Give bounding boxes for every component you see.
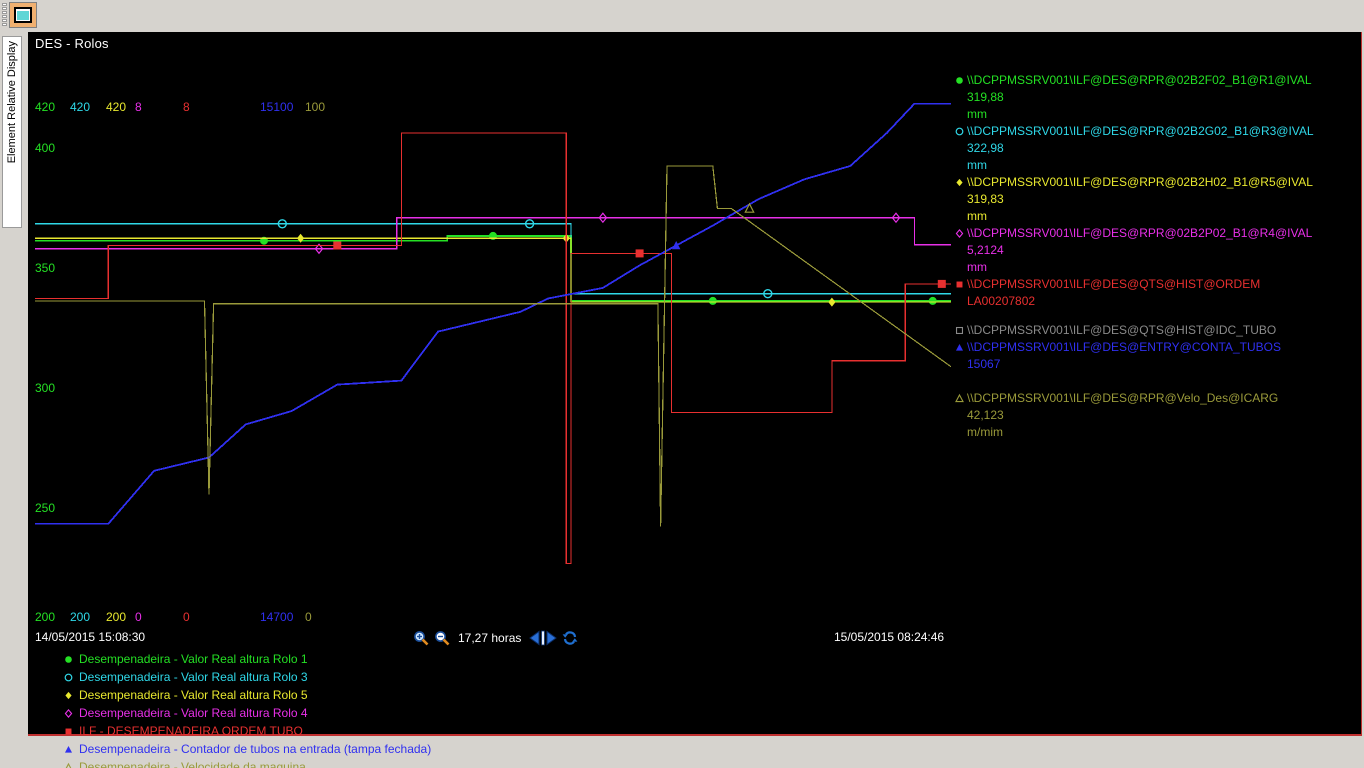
data-marker-square-filled — [635, 249, 644, 258]
tag-legend-item[interactable]: \\DCPPMSSRV001\ILF@DES@ENTRY@CONTA_TUBOS… — [953, 339, 1353, 373]
scale-bottom-value-2: 200 — [106, 610, 127, 624]
circle-open-icon — [61, 670, 75, 684]
series-legend-item[interactable]: Desempenadeira - Valor Real altura Rolo … — [61, 704, 861, 722]
series-legend-item[interactable]: Desempenadeira - Velocidade da maquina — [61, 758, 861, 768]
tag-legend-path: \\DCPPMSSRV001\ILF@DES@RPR@02B2P02_B1@R4… — [967, 226, 1313, 240]
app-root: Element Relative Display DES - Rolos 420… — [0, 0, 1364, 768]
diamond-filled-icon — [61, 688, 75, 702]
data-marker-square-filled — [937, 279, 946, 288]
scale-bottom-value-3: 0 — [135, 610, 142, 624]
series-legend-label: ILF - DESEMPENADEIRA ORDEM TUBO — [79, 724, 303, 738]
tag-legend-item[interactable]: \\DCPPMSSRV001\ILF@DES@RPR@02B2H02_B1@R5… — [953, 174, 1353, 225]
element-relative-display-label: Element Relative Display — [6, 41, 18, 164]
data-marker-dot-filled — [708, 296, 717, 305]
element-relative-display-tab[interactable]: Element Relative Display — [2, 36, 22, 228]
series-legend-label: Desempenadeira - Contador de tubos na en… — [79, 742, 432, 756]
scale-bottom-value-6: 0 — [305, 610, 312, 624]
tag-legend-value: 319,88 — [967, 90, 1004, 104]
tag-legend-unit: mm — [967, 209, 987, 223]
circle-open-icon — [953, 123, 965, 139]
time-span-label: 17,27 horas — [458, 631, 522, 645]
data-marker-square-filled — [333, 241, 342, 250]
triangle-filled-icon — [953, 339, 965, 355]
refresh-icon[interactable] — [562, 630, 578, 646]
tag-legend-path: \\DCPPMSSRV001\ILF@DES@ENTRY@CONTA_TUBOS — [967, 340, 1281, 354]
tag-legend-path: \\DCPPMSSRV001\ILF@DES@RPR@02B2F02_B1@R1… — [967, 73, 1312, 87]
pan-left-right-icon[interactable] — [529, 630, 558, 646]
tag-legend-item[interactable]: \\DCPPMSSRV001\ILF@DES@RPR@02B2F02_B1@R1… — [953, 72, 1353, 123]
tag-legend-value: 15067 — [967, 357, 1001, 371]
series-legend-item[interactable]: Desempenadeira - Contador de tubos na en… — [61, 740, 861, 758]
zoom-in-icon[interactable] — [413, 630, 429, 646]
diamond-open-icon — [61, 706, 75, 720]
series-legend-label: Desempenadeira - Valor Real altura Rolo … — [79, 706, 308, 720]
series-legend-item[interactable]: Desempenadeira - Valor Real altura Rolo … — [61, 650, 861, 668]
square-filled-icon — [953, 276, 965, 292]
trend-window: DES - Rolos 420 420 420 8 8 15100 100 400 350 … — [28, 32, 1362, 768]
scale-values-bottom: 200 200 200 0 0 14700 0 — [35, 610, 951, 626]
scale-bottom-value-1: 200 — [70, 610, 91, 624]
series-legend-label: Desempenadeira - Valor Real altura Rolo … — [79, 652, 308, 666]
trend-display-button[interactable] — [9, 2, 37, 28]
tag-legend-path: \\DCPPMSSRV001\ILF@DES@RPR@Velo_Des@ICAR… — [967, 391, 1279, 405]
tag-legend-path: \\DCPPMSSRV001\ILF@DES@RPR@02B2G02_B1@R3… — [967, 124, 1314, 138]
toolbar — [0, 0, 40, 30]
tag-legend-path: \\DCPPMSSRV001\ILF@DES@QTS@HIST@IDC_TUBO — [967, 323, 1277, 337]
triangle-open-icon — [61, 760, 75, 768]
page-title: DES - Rolos — [35, 36, 109, 51]
tag-legend-path: \\DCPPMSSRV001\ILF@DES@QTS@HIST@ORDEM — [967, 277, 1261, 291]
series-legend-label: Desempenadeira - Valor Real altura Rolo … — [79, 670, 308, 684]
tag-legend-unit: mm — [967, 158, 987, 172]
data-marker-triangle-filled — [672, 241, 681, 250]
tag-legend-value: LA00207802 — [967, 294, 1036, 308]
triangle-filled-icon — [61, 742, 75, 756]
dot-filled-icon — [953, 72, 965, 88]
trace-square-filled — [35, 132, 951, 565]
tag-legend-value: 5,2124 — [967, 243, 1004, 257]
tag-legend-unit: m/mim — [967, 425, 1003, 439]
tag-legend-value: 322,98 — [967, 141, 1004, 155]
time-start-label: 14/05/2015 15:08:30 — [35, 630, 146, 644]
zoom-out-icon[interactable] — [434, 630, 450, 646]
tag-legend-panel: \\DCPPMSSRV001\ILF@DES@RPR@02B2F02_B1@R1… — [953, 72, 1353, 441]
tag-legend-item[interactable]: \\DCPPMSSRV001\ILF@DES@QTS@HIST@ORDEM LA0… — [953, 276, 1353, 310]
trend-plot[interactable] — [35, 60, 951, 590]
tag-legend-unit: mm — [967, 107, 987, 121]
time-end-label: 15/05/2015 08:24:46 — [834, 630, 945, 644]
series-legend-item[interactable]: Desempenadeira - Valor Real altura Rolo … — [61, 686, 861, 704]
scale-bottom-value-0: 200 — [35, 610, 56, 624]
tag-legend-item[interactable]: \\DCPPMSSRV001\ILF@DES@RPR@Velo_Des@ICAR… — [953, 390, 1353, 441]
series-legend-label: Desempenadeira - Valor Real altura Rolo … — [79, 688, 308, 702]
tag-legend-item[interactable]: \\DCPPMSSRV001\ILF@DES@RPR@02B2P02_B1@R4… — [953, 225, 1353, 276]
square-open-icon — [953, 322, 965, 338]
series-legend-item[interactable]: ILF - DESEMPENADEIRA ORDEM TUBO — [61, 722, 861, 740]
time-navigation-toolbar: 17,27 horas — [413, 627, 578, 649]
trend-plot-svg[interactable] — [35, 60, 951, 590]
series-legend-item[interactable]: Desempenadeira - Valor Real altura Rolo … — [61, 668, 861, 686]
trace-triangle-open — [35, 165, 951, 527]
tag-legend-item[interactable]: \\DCPPMSSRV001\ILF@DES@QTS@HIST@IDC_TUBO — [953, 322, 1353, 339]
tag-legend-unit: mm — [967, 260, 987, 274]
scale-bottom-value-5: 14700 — [260, 610, 294, 624]
scale-bottom-value-4: 0 — [183, 610, 190, 624]
trace-diamond-filled — [35, 237, 951, 303]
tag-legend-value: 319,83 — [967, 192, 1004, 206]
series-legend-panel: Desempenadeira - Valor Real altura Rolo … — [61, 650, 861, 768]
data-marker-dot-filled — [928, 296, 937, 305]
tag-legend-path: \\DCPPMSSRV001\ILF@DES@RPR@02B2H02_B1@R5… — [967, 175, 1313, 189]
square-filled-icon — [61, 724, 75, 738]
tag-legend-item[interactable]: \\DCPPMSSRV001\ILF@DES@RPR@02B2G02_B1@R3… — [953, 123, 1353, 174]
series-legend-label: Desempenadeira - Velocidade da maquina — [79, 760, 306, 768]
trend-display-icon — [14, 7, 32, 23]
dot-filled-icon — [61, 652, 75, 666]
diamond-filled-icon — [953, 174, 965, 190]
triangle-open-icon — [953, 390, 965, 406]
trace-triangle-filled — [35, 102, 951, 525]
diamond-open-icon — [953, 225, 965, 241]
tag-legend-value: 42,123 — [967, 408, 1004, 422]
data-marker-diamond-filled — [828, 297, 836, 307]
toolbar-grip[interactable] — [2, 3, 9, 28]
